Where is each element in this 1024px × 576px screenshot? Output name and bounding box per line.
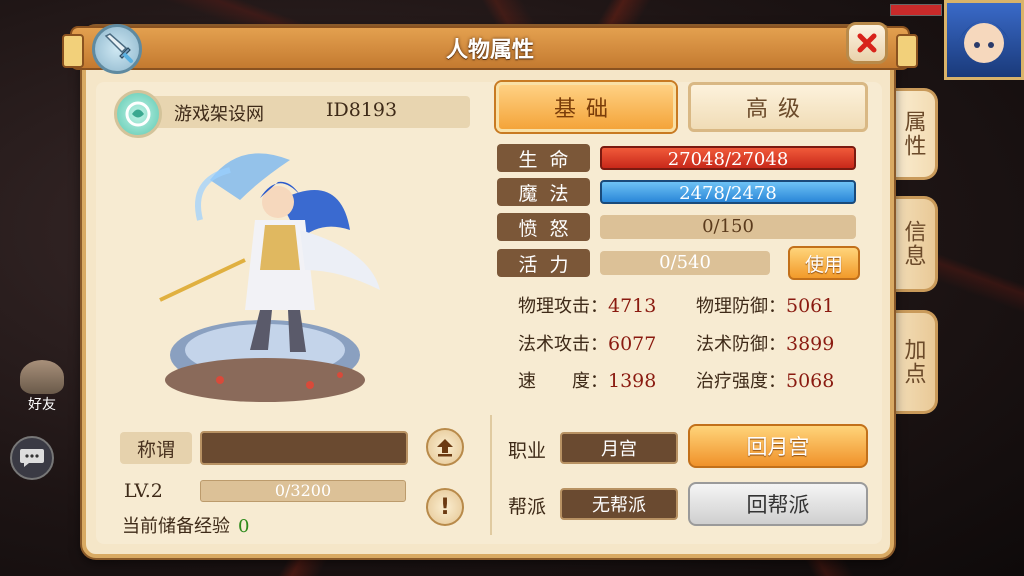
attr-value: 1398	[608, 370, 657, 392]
friends-label: 好友	[28, 397, 56, 413]
tab-advanced[interactable]: 高级	[688, 82, 868, 132]
player-avatar[interactable]	[944, 0, 1024, 80]
upload-arrow-icon	[437, 439, 453, 457]
moon-palace-icon	[125, 101, 151, 127]
chat-button[interactable]	[10, 436, 54, 480]
job-label: 职业	[508, 440, 547, 462]
player-id: ID8193	[326, 99, 398, 121]
attr-label: 速 度：	[518, 371, 608, 392]
tab-attributes[interactable]: 属性	[890, 88, 938, 180]
level-text: LV.2	[124, 480, 163, 502]
tab-info[interactable]: 信息	[890, 196, 938, 292]
player-name: 游戏架设网	[174, 104, 264, 125]
attr-label: 法术防御：	[696, 334, 786, 355]
section-divider	[490, 415, 492, 535]
return-guild-button[interactable]: 回帮派	[688, 482, 868, 526]
sword-icon	[92, 24, 142, 74]
player-name-bar: 游戏架设网 ID8193	[140, 96, 470, 128]
tab-basic[interactable]: 基础	[496, 82, 676, 132]
hp-label: 生命	[497, 144, 590, 172]
hud-hp-bar	[890, 4, 942, 16]
vitality-bar: 0/540	[600, 251, 770, 275]
attr-label: 物理防御：	[696, 296, 786, 317]
exclamation-icon: !	[439, 494, 451, 520]
attr-value: 5061	[786, 295, 835, 317]
attr-value: 5068	[786, 370, 835, 392]
exp-info-button[interactable]: !	[426, 488, 464, 526]
title-label: 称谓	[120, 432, 192, 464]
attr-label: 治疗强度：	[696, 371, 786, 392]
attr-label: 法术攻击：	[518, 334, 608, 355]
attr-speed: 速 度：1398	[518, 367, 656, 393]
title-value-field[interactable]	[200, 431, 408, 465]
vitality-label: 活力	[497, 249, 590, 277]
tab-add-points[interactable]: 加点	[890, 310, 938, 414]
avatar-portrait-icon	[957, 20, 1011, 63]
guild-label: 帮派	[508, 496, 547, 518]
close-icon	[857, 33, 877, 53]
use-vitality-button[interactable]: 使用	[788, 246, 860, 280]
attr-value: 6077	[608, 333, 657, 355]
stored-exp: 当前储备经验 0	[122, 512, 249, 538]
panel-title: 人物属性	[62, 26, 918, 70]
attr-value: 4713	[608, 295, 657, 317]
exp-bar: 0/3200	[200, 480, 406, 502]
guild-value: 无帮派	[560, 488, 678, 520]
hp-bar: 27048/27048	[600, 146, 856, 170]
attr-value: 3899	[786, 333, 835, 355]
attr-physical-attack: 物理攻击：4713	[518, 292, 656, 318]
character-portrait	[159, 153, 380, 402]
chat-bubble-icon	[20, 449, 44, 467]
friend-hat-icon	[20, 360, 64, 394]
stored-exp-value: 0	[238, 516, 250, 537]
attr-magic-attack: 法术攻击：6077	[518, 330, 656, 356]
mp-bar: 2478/2478	[600, 180, 856, 204]
return-sect-button[interactable]: 回月宫	[688, 424, 868, 468]
attr-label: 物理攻击：	[518, 296, 608, 317]
upload-title-button[interactable]	[426, 428, 464, 466]
friends-button[interactable]: 好友	[14, 360, 70, 418]
close-button[interactable]	[846, 22, 888, 64]
mp-label: 魔法	[497, 178, 590, 206]
attr-magic-defense: 法术防御：3899	[696, 330, 834, 356]
school-emblem-icon	[114, 90, 162, 138]
panel-title-text: 人物属性	[445, 38, 534, 63]
job-value: 月宫	[560, 432, 678, 464]
stored-exp-label: 当前储备经验	[122, 516, 230, 537]
attr-physical-defense: 物理防御：5061	[696, 292, 834, 318]
attr-healing-power: 治疗强度：5068	[696, 367, 834, 393]
rage-label: 愤怒	[497, 213, 590, 241]
sword-emblem-icon	[104, 33, 133, 63]
rage-bar: 0/150	[600, 215, 856, 239]
